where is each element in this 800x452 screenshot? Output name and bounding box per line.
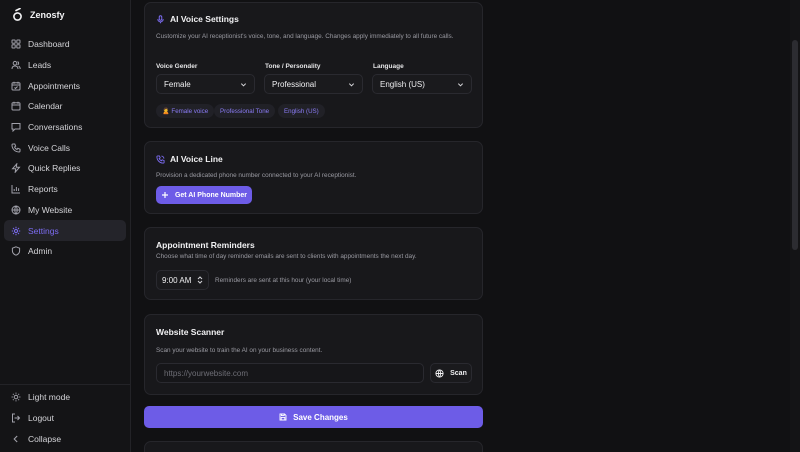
chip-tone: Professional Tone — [214, 104, 276, 118]
next-card — [144, 441, 483, 452]
scan-button-label: Scan — [450, 369, 467, 377]
collapse-label: Collapse — [28, 433, 62, 444]
voice-line-description: Provision a dedicated phone number conne… — [156, 172, 357, 179]
sidebar-item-admin[interactable]: Admin — [4, 241, 126, 262]
sidebar-item-label: Dashboard — [28, 39, 70, 50]
chevron-down-icon — [348, 82, 355, 86]
voice-settings-title: AI Voice Settings — [156, 14, 239, 24]
light-mode-toggle[interactable]: Light mode — [4, 387, 126, 408]
tone-select[interactable]: Professional — [264, 74, 363, 94]
get-ai-phone-number-label: Get AI Phone Number — [174, 191, 248, 199]
grid-icon — [11, 39, 21, 49]
sidebar-item-label: Conversations — [28, 122, 83, 133]
logout-button[interactable]: Logout — [4, 408, 126, 429]
tone-value: Professional — [272, 79, 317, 89]
save-changes-label: Save Changes — [293, 412, 348, 422]
sidebar-item-label: My Website — [28, 204, 73, 215]
sidebar-item-leads[interactable]: Leads — [4, 55, 126, 76]
light-mode-label: Light mode — [28, 392, 71, 403]
sidebar-item-label: Quick Replies — [28, 163, 81, 174]
zap-icon — [11, 163, 21, 174]
logout-icon — [12, 413, 21, 423]
sidebar-item-appointments[interactable]: Appointments — [4, 75, 126, 96]
gear-icon — [11, 226, 21, 235]
scan-button[interactable]: Scan — [430, 363, 472, 383]
website-scanner-card: Website Scanner Scan your website to tra… — [144, 314, 483, 395]
collapse-button[interactable]: Collapse — [4, 428, 126, 449]
voice-line-title: AI Voice Line — [156, 154, 223, 164]
voice-settings-card: AI Voice Settings Customize your AI rece… — [144, 2, 483, 128]
sidebar-item-label: Leads — [28, 60, 52, 71]
language-select[interactable]: English (US) — [372, 74, 472, 94]
sun-icon — [11, 392, 21, 402]
chevron-down-icon — [457, 82, 464, 86]
reminders-title: Appointment Reminders — [156, 240, 255, 250]
reminders-card: Appointment Reminders Choose what time o… — [144, 227, 483, 300]
sidebar-item-my-website[interactable]: My Website — [4, 200, 126, 221]
logout-label: Logout — [28, 413, 54, 424]
voice-gender-value: Female — [164, 79, 191, 89]
website-scanner-title: Website Scanner — [156, 327, 225, 337]
app-name: Zenosfy — [30, 10, 65, 20]
reminder-time-value: 9:00 AM — [162, 275, 192, 285]
sidebar-item-label: Calendar — [28, 101, 63, 112]
sidebar-item-conversations[interactable]: Conversations — [4, 117, 126, 138]
sidebar-item-reports[interactable]: Reports — [4, 179, 126, 200]
chevron-left-icon — [13, 435, 18, 443]
sidebar: Zenosfy Dashboard Leads Appointments Cal… — [0, 0, 131, 452]
save-icon — [279, 413, 287, 421]
logo-icon — [13, 8, 22, 21]
sidebar-item-label: Settings — [28, 225, 59, 236]
reminder-note: Reminders are sent at this hour (your lo… — [215, 277, 352, 284]
website-url-input[interactable] — [156, 363, 424, 383]
reminder-time-select[interactable]: 9:00 AM — [156, 270, 209, 290]
get-ai-phone-number-button[interactable]: Get AI Phone Number — [156, 186, 252, 204]
bar-chart-icon — [11, 185, 20, 194]
sidebar-divider — [0, 384, 131, 385]
voice-gender-select[interactable]: Female — [156, 74, 255, 94]
chevron-down-icon — [240, 82, 247, 86]
reminders-description: Choose what time of day reminder emails … — [156, 253, 417, 260]
chip-language: English (US) — [278, 104, 325, 118]
voice-gender-label: Voice Gender — [156, 63, 198, 70]
sidebar-footer: Light mode Logout Collapse — [4, 387, 126, 449]
globe-icon — [11, 205, 21, 215]
language-label: Language — [373, 63, 404, 70]
phone-icon — [11, 143, 21, 153]
sidebar-item-voice-calls[interactable]: Voice Calls — [4, 137, 126, 158]
plus-icon — [161, 192, 168, 198]
sidebar-item-quick-replies[interactable]: Quick Replies — [4, 158, 126, 179]
microphone-icon — [157, 14, 164, 23]
sidebar-item-label: Appointments — [28, 80, 80, 91]
sidebar-item-label: Voice Calls — [28, 142, 71, 153]
phone-call-icon — [156, 154, 165, 164]
sidebar-item-settings[interactable]: Settings — [4, 220, 126, 241]
globe-icon — [435, 368, 444, 378]
save-changes-button[interactable]: Save Changes — [144, 406, 483, 428]
sidebar-nav: Dashboard Leads Appointments Calendar Co… — [4, 34, 126, 262]
voice-settings-title-text: AI Voice Settings — [170, 14, 239, 24]
sidebar-item-label: Reports — [28, 184, 58, 195]
voice-settings-description: Customize your AI receptionist's voice, … — [156, 33, 454, 40]
users-icon — [11, 60, 21, 70]
sidebar-item-dashboard[interactable]: Dashboard — [4, 34, 126, 55]
calendar-check-icon — [11, 81, 21, 91]
calendar-icon — [11, 102, 21, 111]
brand[interactable]: Zenosfy — [12, 8, 65, 22]
message-icon — [11, 123, 21, 133]
sidebar-item-calendar[interactable]: Calendar — [4, 96, 126, 117]
chevron-up-down-icon — [197, 276, 203, 284]
voice-line-title-text: AI Voice Line — [170, 154, 223, 164]
language-value: English (US) — [380, 79, 425, 89]
chip-voice: 🙎 Female voice — [156, 104, 215, 118]
website-scanner-description: Scan your website to train the AI on you… — [156, 347, 323, 354]
scrollbar[interactable] — [790, 0, 800, 452]
voice-line-card: AI Voice Line Provision a dedicated phon… — [144, 141, 483, 214]
tone-label: Tone / Personality — [265, 63, 321, 70]
sidebar-item-label: Admin — [28, 246, 53, 257]
shield-icon — [11, 246, 21, 256]
scrollbar-thumb[interactable] — [792, 40, 798, 250]
